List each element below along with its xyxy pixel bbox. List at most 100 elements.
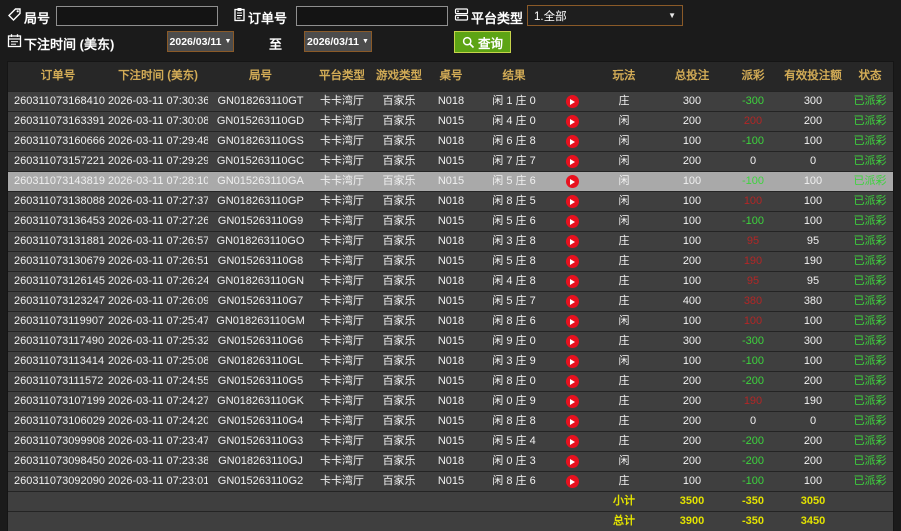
table-row[interactable]: 2603110731318812026-03-11 07:26:57GN0182… — [8, 231, 893, 251]
game-type-cell: 百家乐 — [371, 112, 427, 131]
table-row[interactable]: 2603110731199072026-03-11 07:25:47GN0182… — [8, 311, 893, 331]
replay-button[interactable] — [566, 335, 579, 348]
replay-button[interactable] — [566, 95, 579, 108]
replay-button[interactable] — [566, 475, 579, 488]
payout-cell: -200 — [727, 372, 779, 391]
game-no-input[interactable] — [56, 6, 218, 26]
table-row[interactable]: 2603110731060292026-03-11 07:24:20GN0152… — [8, 411, 893, 431]
payout-cell: -200 — [727, 452, 779, 471]
replay-button[interactable] — [566, 355, 579, 368]
table-row[interactable]: 2603110731633912026-03-11 07:30:08GN0152… — [8, 111, 893, 131]
search-button[interactable]: 查询 — [454, 31, 511, 53]
table-row[interactable]: 2603110731071992026-03-11 07:24:27GN0182… — [8, 391, 893, 411]
order-no-input[interactable] — [296, 6, 448, 26]
total-row-label: 总计 — [591, 512, 657, 531]
table-row[interactable]: 2603110731438192026-03-11 07:28:10GN0152… — [8, 171, 893, 191]
status-cell: 已派彩 — [847, 112, 893, 131]
valid-bet-cell: 200 — [779, 432, 847, 451]
game-type-cell: 百家乐 — [371, 152, 427, 171]
replay-button[interactable] — [566, 435, 579, 448]
play-icon — [570, 359, 575, 365]
bet-time-cell: 2026-03-11 07:27:26 — [108, 212, 208, 231]
status-cell: 已派彩 — [847, 292, 893, 311]
table-row[interactable]: 2603110731261452026-03-11 07:26:24GN0182… — [8, 271, 893, 291]
replay-button[interactable] — [566, 195, 579, 208]
table-row[interactable]: 2603110731115722026-03-11 07:24:55GN0152… — [8, 371, 893, 391]
total-bet-cell: 100 — [657, 232, 727, 251]
result-cell: 闲 7 庄 7 — [475, 152, 553, 171]
table-row[interactable]: 2603110731174902026-03-11 07:25:32GN0152… — [8, 331, 893, 351]
table-row[interactable]: 2603110731684102026-03-11 07:30:36GN0182… — [8, 91, 893, 111]
valid-bet-cell: 200 — [779, 112, 847, 131]
column-header: 局号 — [208, 62, 313, 91]
replay-button[interactable] — [566, 255, 579, 268]
bet-time-cell: 2026-03-11 07:25:32 — [108, 332, 208, 351]
play-type-cell: 闲 — [591, 172, 657, 191]
replay-cell — [553, 92, 591, 111]
play-icon — [570, 419, 575, 425]
status-cell: 已派彩 — [847, 372, 893, 391]
table-row[interactable]: 2603110731380882026-03-11 07:27:37GN0182… — [8, 191, 893, 211]
replay-button[interactable] — [566, 455, 579, 468]
replay-cell — [553, 172, 591, 191]
table-no-cell: N018 — [427, 132, 475, 151]
payout-cell: 95 — [727, 232, 779, 251]
table-row[interactable]: 2603110731606662026-03-11 07:29:48GN0182… — [8, 131, 893, 151]
replay-button[interactable] — [566, 375, 579, 388]
replay-button[interactable] — [566, 235, 579, 248]
replay-button[interactable] — [566, 275, 579, 288]
platform-type-value: 1.全部 — [534, 8, 567, 24]
table-no-cell: N018 — [427, 452, 475, 471]
table-row[interactable]: 2603110731306792026-03-11 07:26:51GN0152… — [8, 251, 893, 271]
table-row[interactable]: 2603110731572212026-03-11 07:29:29GN0152… — [8, 151, 893, 171]
valid-bet-cell: 190 — [779, 252, 847, 271]
platform-cell: 卡卡湾厅 — [313, 292, 371, 311]
bet-time-cell: 2026-03-11 07:24:55 — [108, 372, 208, 391]
valid-bet-cell: 300 — [779, 332, 847, 351]
table-row[interactable]: 2603110730984502026-03-11 07:23:38GN0182… — [8, 451, 893, 471]
replay-button[interactable] — [566, 175, 579, 188]
status-cell: 已派彩 — [847, 192, 893, 211]
table-row[interactable]: 2603110731232472026-03-11 07:26:09GN0152… — [8, 291, 893, 311]
replay-button[interactable] — [566, 135, 579, 148]
replay-button[interactable] — [566, 415, 579, 428]
status-cell: 已派彩 — [847, 412, 893, 431]
date-from-picker[interactable]: 2026/03/11 ▼ — [167, 31, 234, 52]
replay-button[interactable] — [566, 295, 579, 308]
payout-cell: 0 — [727, 412, 779, 431]
game-type-cell: 百家乐 — [371, 132, 427, 151]
table-row[interactable]: 2603110731134142026-03-11 07:25:08GN0182… — [8, 351, 893, 371]
valid-bet-cell: 100 — [779, 192, 847, 211]
total-bet-cell: 300 — [657, 332, 727, 351]
date-to-picker[interactable]: 2026/03/11 ▼ — [304, 31, 372, 52]
platform-type-select[interactable]: 1.全部 ▼ — [527, 5, 683, 26]
play-icon — [570, 159, 575, 165]
list-icon — [454, 7, 469, 22]
table-row[interactable]: 2603110731364532026-03-11 07:27:26GN0152… — [8, 211, 893, 231]
play-icon — [570, 439, 575, 445]
game-type-cell: 百家乐 — [371, 292, 427, 311]
order-no-cell: 260311073107199 — [8, 392, 108, 411]
replay-cell — [553, 152, 591, 171]
payout-cell: -100 — [727, 472, 779, 491]
table-row[interactable]: 2603110730999082026-03-11 07:23:47GN0152… — [8, 431, 893, 451]
column-header: 桌号 — [427, 62, 475, 91]
total-bet-cell: 300 — [657, 92, 727, 111]
play-icon — [570, 199, 575, 205]
game-type-cell: 百家乐 — [371, 252, 427, 271]
round-no-cell: GN015263110G4 — [208, 412, 313, 431]
date-from-value: 2026/03/11 — [170, 36, 222, 48]
replay-button[interactable] — [566, 315, 579, 328]
platform-cell: 卡卡湾厅 — [313, 192, 371, 211]
table-row[interactable]: 2603110730920902026-03-11 07:23:01GN0152… — [8, 471, 893, 491]
replay-button[interactable] — [566, 155, 579, 168]
replay-button[interactable] — [566, 215, 579, 228]
status-cell: 已派彩 — [847, 272, 893, 291]
replay-button[interactable] — [566, 395, 579, 408]
status-cell: 已派彩 — [847, 172, 893, 191]
order-no-cell: 260311073131881 — [8, 232, 108, 251]
empty-cell — [208, 512, 313, 531]
replay-button[interactable] — [566, 115, 579, 128]
play-type-cell: 庄 — [591, 392, 657, 411]
column-header: 状态 — [847, 62, 893, 91]
